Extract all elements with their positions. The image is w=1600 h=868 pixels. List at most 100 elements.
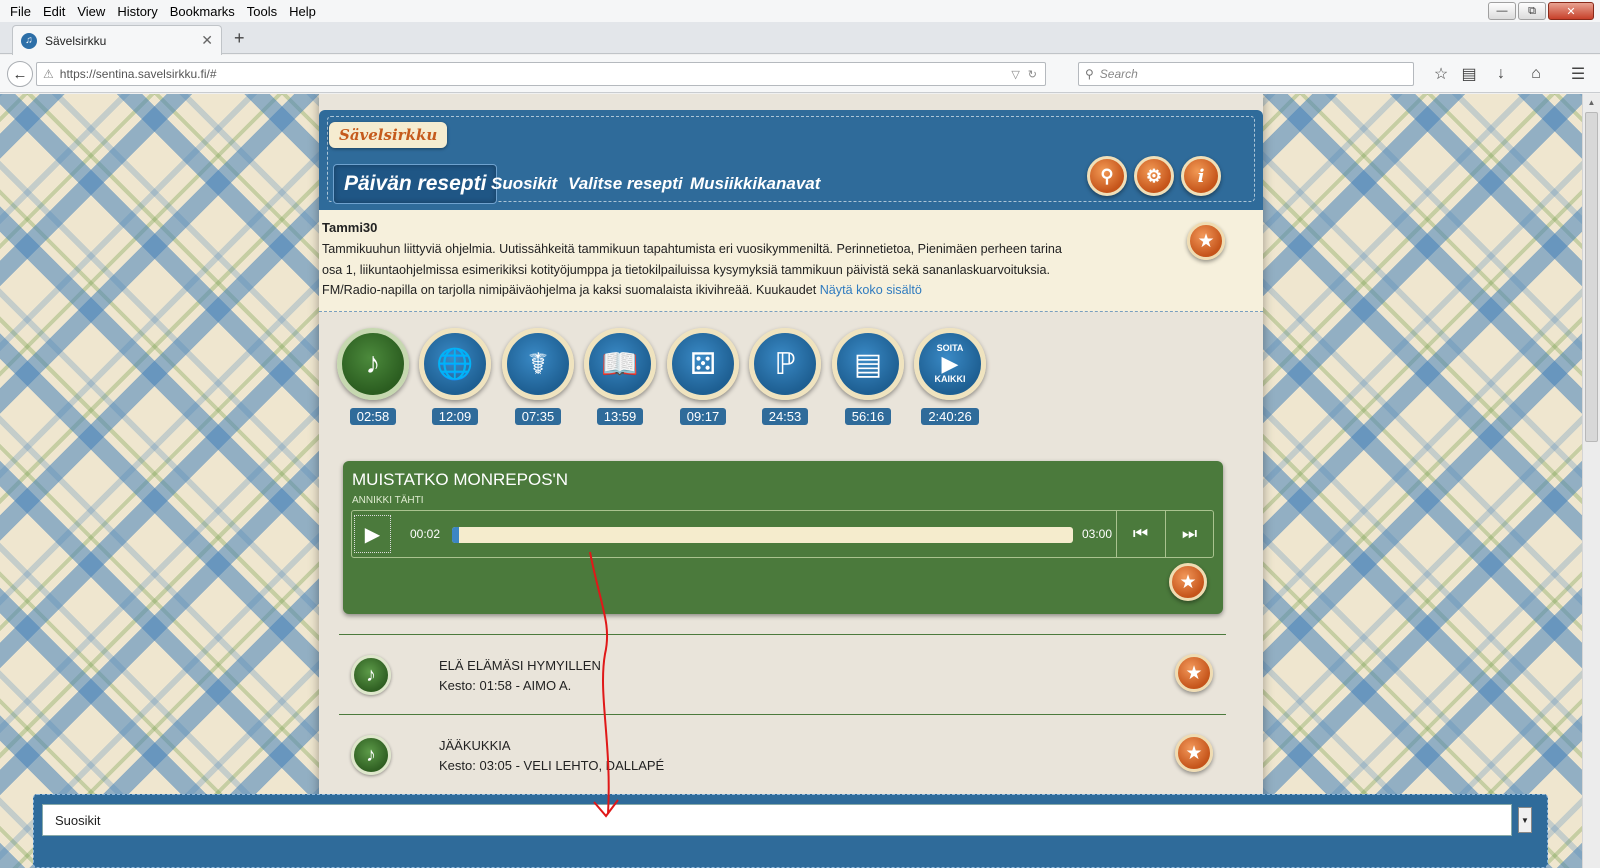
new-tab-button[interactable]: + xyxy=(234,28,245,49)
close-tab-icon[interactable]: ✕ xyxy=(201,32,213,49)
tab-savelsirkku[interactable]: ♫ Sävelsirkku ✕ xyxy=(12,25,222,55)
star-icon: ★ xyxy=(1185,742,1203,764)
reading-list-icon[interactable]: ▤ xyxy=(1458,64,1480,84)
menu-tools[interactable]: Tools xyxy=(241,4,283,19)
category-duration: 24:53 xyxy=(761,408,809,425)
audio-player: MUISTATKO MONREPOS'N ANNIKKI TÄHTI ▶ 00:… xyxy=(343,461,1223,614)
now-playing-title: MUISTATKO MONREPOS'N xyxy=(352,470,569,489)
star-icon: ★ xyxy=(1197,230,1215,252)
show-full-content-link[interactable]: Näytä koko sisältö xyxy=(820,283,922,297)
play-all-label-bottom: KAIKKI xyxy=(934,374,966,384)
category-story[interactable]: 📖 13:59 xyxy=(583,328,657,425)
dropdown-icon[interactable]: ▽ xyxy=(1011,68,1019,81)
music-note-icon: ♪ xyxy=(351,655,391,695)
settings-button[interactable]: ⚙ xyxy=(1134,156,1174,196)
scrollbar-thumb[interactable] xyxy=(1585,112,1598,442)
reload-icon[interactable]: ↻ xyxy=(1028,68,1037,81)
url-bar[interactable]: ⚠ https://sentina.savelsirkku.fi/# ▽ ↻ xyxy=(36,62,1046,86)
program-title: Tammi30 xyxy=(322,220,378,235)
current-time: 00:02 xyxy=(410,527,441,541)
chevron-down-icon[interactable]: ▼ xyxy=(1518,807,1532,833)
menu-help[interactable]: Help xyxy=(283,4,322,19)
list-item[interactable]: ♪ ELÄ ELÄMÄSI HYMYILLEN Kesto: 01:58 - A… xyxy=(339,635,1226,714)
favorite-track-button[interactable]: ★ xyxy=(1175,734,1213,772)
category-music[interactable]: ♪ 02:58 xyxy=(336,328,410,425)
back-button[interactable]: ← xyxy=(7,61,33,87)
program-description-text: Tammikuuhun liittyviä ohjelmia. Uutissäh… xyxy=(322,239,1062,301)
star-icon: ★ xyxy=(1179,571,1197,593)
skip-back-icon: ⏮ xyxy=(1132,524,1149,543)
favorite-track-button[interactable]: ★ xyxy=(1175,654,1213,692)
radio-icon: ▤ xyxy=(832,328,904,400)
next-track-button[interactable]: ⏭ xyxy=(1165,511,1213,557)
category-tradition[interactable]: ☤ 07:35 xyxy=(501,328,575,425)
menu-file[interactable]: File xyxy=(4,4,37,19)
favorites-select[interactable]: Suosikit xyxy=(42,804,1512,836)
nav-musiikkikanavat[interactable]: Musiikkikanavat xyxy=(690,174,820,194)
minimize-button[interactable]: — xyxy=(1488,2,1516,20)
category-duration: 13:59 xyxy=(596,408,644,425)
menu-bar: File Edit View History Bookmarks Tools H… xyxy=(0,0,1600,22)
favorites-panel: Suosikit ▼ xyxy=(33,794,1548,868)
site-favicon-icon: ♫ xyxy=(21,32,37,49)
logo[interactable]: Sävelsirkku xyxy=(329,122,448,148)
category-radio[interactable]: ▤ 56:16 xyxy=(831,328,905,425)
menu-view[interactable]: View xyxy=(71,4,111,19)
exercise-icon: ℙ xyxy=(749,328,821,400)
star-icon: ★ xyxy=(1185,662,1203,684)
home-icon[interactable]: ⌂ xyxy=(1525,64,1547,84)
program-description: Tammi30 Tammikuuhun liittyviä ohjelmia. … xyxy=(319,210,1263,312)
window-controls: — ⧉ ✕ xyxy=(1488,2,1594,20)
close-window-button[interactable]: ✕ xyxy=(1548,2,1594,20)
restore-button[interactable]: ⧉ xyxy=(1518,2,1546,20)
progress-fill xyxy=(452,527,459,543)
play-all-icon: SOITA ▶ KAIKKI xyxy=(914,328,986,400)
page-scrollbar[interactable]: ▲ xyxy=(1582,94,1600,868)
track-title: ELÄ ELÄMÄSI HYMYILLEN xyxy=(439,658,601,673)
gear-icon: ⚙ xyxy=(1145,165,1163,186)
category-duration: 09:17 xyxy=(679,408,727,425)
list-item[interactable]: ♪ JÄÄKUKKIA Kesto: 03:05 - VELI LEHTO, D… xyxy=(339,715,1226,794)
previous-track-button[interactable]: ⏮ xyxy=(1116,511,1164,557)
menu-history[interactable]: History xyxy=(111,4,163,19)
menu-bookmarks[interactable]: Bookmarks xyxy=(164,4,241,19)
category-quiz[interactable]: ⚄ 09:17 xyxy=(666,328,740,425)
search-icon: ⚲ xyxy=(1100,165,1114,186)
category-play-all[interactable]: SOITA ▶ KAIKKI 2:40:26 xyxy=(913,328,987,425)
search-input[interactable]: ⚲ Search xyxy=(1078,62,1414,86)
angel-icon: ☤ xyxy=(502,328,574,400)
warning-icon: ⚠ xyxy=(43,67,54,81)
menu-edit[interactable]: Edit xyxy=(37,4,71,19)
book-icon: 📖 xyxy=(584,328,656,400)
favorite-track-button[interactable]: ★ xyxy=(1169,563,1207,601)
track-detail: Kesto: 03:05 - VELI LEHTO, DALLAPÉ xyxy=(439,758,665,773)
app-container: Sävelsirkku Päivän resepti Suosikit Vali… xyxy=(319,94,1263,868)
category-news[interactable]: 🌐 12:09 xyxy=(418,328,492,425)
skip-forward-icon: ⏭ xyxy=(1181,524,1198,543)
category-duration: 02:58 xyxy=(349,408,397,425)
category-exercise[interactable]: ℙ 24:53 xyxy=(748,328,822,425)
search-button[interactable]: ⚲ xyxy=(1087,156,1127,196)
globe-icon: 🌐 xyxy=(419,328,491,400)
music-note-icon: ♪ xyxy=(351,735,391,775)
play-button[interactable]: ▶ xyxy=(354,515,391,553)
bookmark-star-icon[interactable]: ☆ xyxy=(1430,64,1452,84)
dice-icon: ⚄ xyxy=(667,328,739,400)
track-duration: 03:00 xyxy=(1082,527,1113,541)
nav-suosikit[interactable]: Suosikit xyxy=(491,174,557,194)
download-icon[interactable]: ↓ xyxy=(1490,64,1512,84)
description-body: Tammikuuhun liittyviä ohjelmia. Uutissäh… xyxy=(322,242,1062,297)
player-controls: ▶ 00:02 03:00 ⏮ ⏭ xyxy=(351,510,1214,558)
nav-paivan-resepti[interactable]: Päivän resepti xyxy=(333,164,498,204)
music-note-icon: ♪ xyxy=(337,328,409,400)
favorite-program-button[interactable]: ★ xyxy=(1187,222,1225,260)
nav-valitse-resepti[interactable]: Valitse resepti xyxy=(568,174,683,194)
progress-bar[interactable] xyxy=(452,527,1073,543)
navigation-bar: ← ⚠ https://sentina.savelsirkku.fi/# ▽ ↻… xyxy=(0,55,1600,93)
search-icon: ⚲ xyxy=(1085,67,1094,81)
info-button[interactable]: i xyxy=(1181,156,1221,196)
app-header: Sävelsirkku Päivän resepti Suosikit Vali… xyxy=(319,110,1263,210)
scroll-up-icon[interactable]: ▲ xyxy=(1583,94,1600,110)
track-detail: Kesto: 01:58 - AIMO A. xyxy=(439,678,572,693)
hamburger-menu-icon[interactable]: ☰ xyxy=(1567,64,1589,84)
